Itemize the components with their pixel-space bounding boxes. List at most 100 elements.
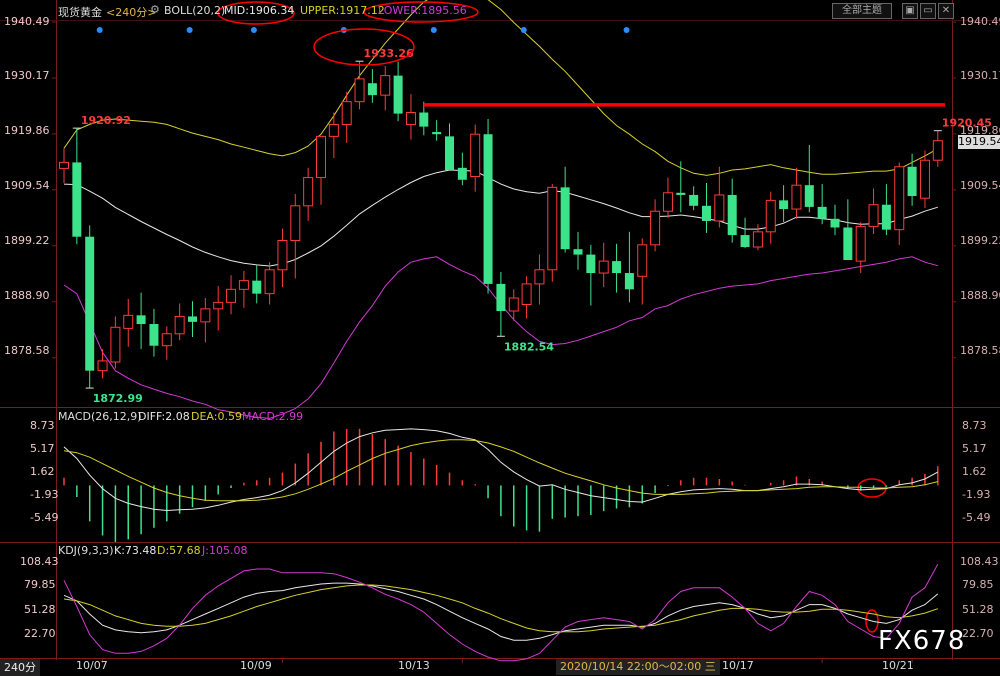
- watermark: FX678: [878, 626, 966, 656]
- candle-body-up: [470, 133, 481, 178]
- event-marker: [623, 27, 630, 33]
- candle-body-up: [894, 166, 905, 231]
- candle-body-down: [445, 136, 454, 171]
- candle-body-up: [290, 205, 301, 242]
- price-tick-right: 1930.17: [960, 69, 1000, 82]
- extreme-price-label: 1933.26: [364, 47, 414, 60]
- candle-body-down: [393, 75, 403, 114]
- kdj-tick-left: 108.43: [20, 555, 59, 568]
- symbol-name: 现货黄金: [58, 6, 102, 19]
- candle-body-up: [226, 288, 237, 303]
- settings-icon[interactable]: ⚙: [150, 3, 160, 16]
- candle-body-up: [662, 192, 673, 212]
- candle-body-up: [110, 326, 121, 363]
- macd-tick-right: 1.62: [962, 465, 987, 478]
- candle-body-down: [432, 132, 442, 135]
- candle-body-up: [650, 210, 661, 246]
- x-tick-label: 10/17: [722, 659, 754, 672]
- candle-body-up: [765, 199, 776, 233]
- candle-body-down: [149, 324, 159, 346]
- close-window-icon[interactable]: ✕: [938, 3, 954, 19]
- candle-body-up: [303, 177, 314, 207]
- macd-title: MACD(26,12,9): [58, 410, 142, 423]
- extreme-price-label: 1920.92: [81, 114, 131, 127]
- macd-tick-right: 8.73: [962, 419, 987, 432]
- candle-body-up: [123, 314, 134, 329]
- candle-body-down: [804, 185, 814, 207]
- maximize-window-icon[interactable]: ▭: [920, 3, 936, 19]
- pane-border-right: [952, 0, 953, 660]
- boll-upper-line: [63, 0, 939, 176]
- macd-tick-right: -5.49: [962, 511, 991, 524]
- candle-body-up: [508, 297, 519, 312]
- price-tick-right: 1878.58: [960, 344, 1000, 357]
- macd-tick-right: 5.17: [962, 442, 987, 455]
- price-tick-left: 1878.58: [4, 344, 50, 357]
- price-tick-left: 1940.49: [4, 15, 50, 28]
- macd-tick-left: -5.49: [30, 511, 59, 524]
- event-marker: [430, 27, 437, 33]
- current-price-badge: 1919.54: [958, 135, 1000, 149]
- kdj-d-line: [63, 584, 938, 633]
- candle-body-down: [573, 249, 583, 255]
- candle-body-down: [136, 315, 146, 325]
- candle-body-down: [612, 261, 622, 274]
- chart-canvas[interactable]: 1920.921933.261872.991882.541920.45: [0, 0, 1000, 676]
- candle-body-up: [264, 269, 275, 295]
- candle-body-down: [419, 112, 429, 127]
- candle-body-down: [188, 316, 197, 322]
- event-marker: [250, 27, 257, 33]
- macd-tick-left: 8.73: [30, 419, 55, 432]
- candle-body-down: [830, 218, 840, 228]
- kdj-tick-right: 51.28: [962, 603, 994, 616]
- candle-body-down: [457, 167, 467, 180]
- candle-body-down: [367, 83, 377, 96]
- macd-diff-value: DIFF:2.08: [138, 410, 190, 423]
- candle-body-up: [855, 225, 866, 262]
- macd-tick-left: -1.93: [30, 488, 59, 501]
- macd-tick-right: -1.93: [962, 488, 991, 501]
- candle-body-up: [637, 244, 648, 277]
- kdj-tick-left: 22.70: [24, 627, 56, 640]
- header-divider: [0, 20, 1000, 21]
- candle-body-up: [752, 231, 763, 248]
- event-marker: [186, 27, 193, 33]
- candle-body-down: [843, 227, 853, 261]
- candle-body-up: [380, 75, 391, 96]
- kdj-tick-right: 79.85: [962, 578, 994, 591]
- theme-button[interactable]: 全部主题: [832, 3, 892, 19]
- x-tick-label: 10/09: [240, 659, 272, 672]
- extreme-price-label: 1872.99: [93, 392, 143, 405]
- candle-body-up: [714, 194, 725, 222]
- period-selector[interactable]: <240分>: [106, 4, 156, 20]
- boll-mid-line: [63, 169, 938, 267]
- price-tick-left: 1899.22: [4, 234, 50, 247]
- period-badge[interactable]: 240分: [0, 659, 40, 676]
- kdj-j-line: [63, 564, 939, 662]
- boll-mid-value: MID:1906.34: [224, 4, 295, 17]
- price-tick-left: 1909.54: [4, 179, 50, 192]
- restore-window-icon[interactable]: ▣: [902, 3, 918, 19]
- candle-body-up: [200, 308, 211, 323]
- price-tick-left: 1888.90: [4, 289, 50, 302]
- candle-body-down: [689, 194, 699, 206]
- candle-body-down: [72, 162, 82, 237]
- kdj-j-value: J:105.08: [202, 544, 248, 557]
- candle-body-down: [624, 273, 634, 290]
- macd-tick-left: 1.62: [30, 465, 55, 478]
- event-marker: [96, 27, 103, 33]
- kdj-tick-right: 22.70: [962, 627, 994, 640]
- candle-body-up: [868, 204, 879, 227]
- kdj-title: KDJ(9,3,3): [58, 544, 114, 557]
- macd-dea-value: DEA:0.59: [191, 410, 242, 423]
- candle-body-up: [791, 184, 802, 210]
- candle-body-down: [85, 236, 95, 371]
- price-tick-right: 1899.22: [960, 234, 1000, 247]
- candle-body-down: [779, 200, 789, 210]
- candle-body-down: [907, 166, 917, 197]
- candle-body-down: [740, 235, 750, 248]
- price-tick-right: 1940.49: [960, 15, 1000, 28]
- candle-body-up: [277, 240, 288, 271]
- candle-body-up: [534, 269, 545, 285]
- candle-body-up: [341, 101, 352, 125]
